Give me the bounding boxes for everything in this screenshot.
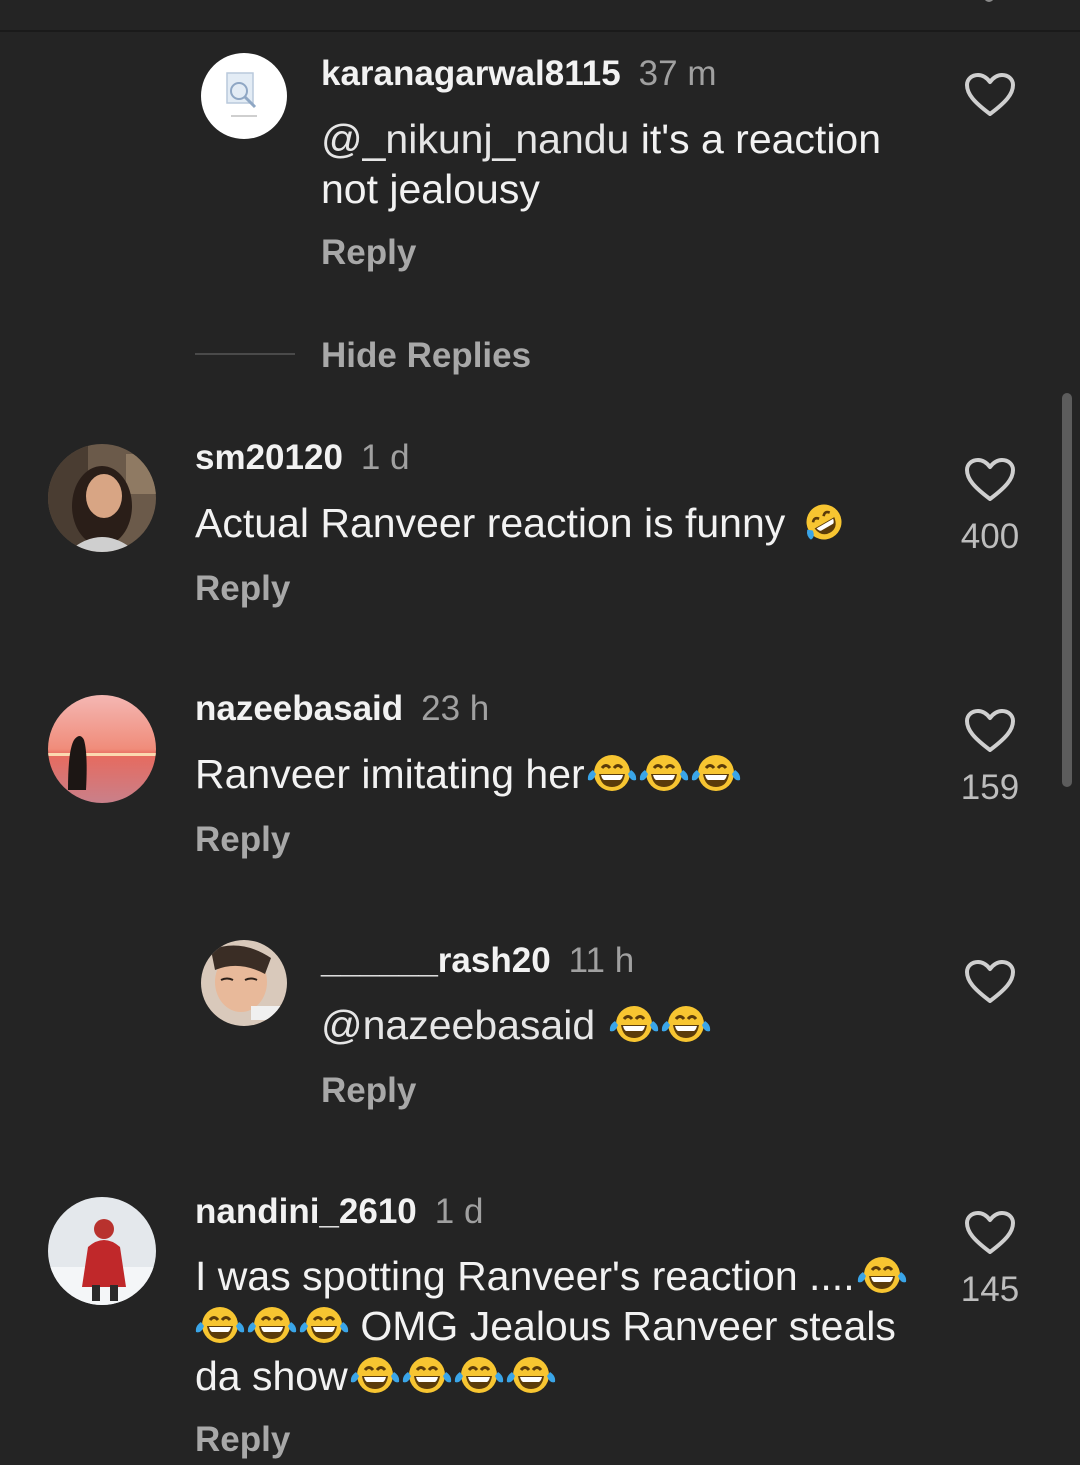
timestamp: 1 d: [360, 438, 410, 477]
comment-meta: sm20120 1 d: [195, 438, 410, 478]
username[interactable]: nazeebasaid: [195, 689, 403, 728]
heart-icon[interactable]: [964, 457, 1016, 503]
comment-meta: ______rash20 11 h: [321, 941, 634, 981]
laughing-emoji-icon: [247, 1304, 297, 1346]
hide-replies-divider: [195, 353, 295, 355]
comment-text: Ranveer imitating her: [195, 749, 915, 799]
laughing-emoji-icon: [587, 752, 637, 794]
like-count: 400: [960, 517, 1020, 556]
comment-text-body: Ranveer imitating her: [195, 751, 585, 797]
avatar[interactable]: [48, 444, 156, 552]
heart-icon[interactable]: [964, 708, 1016, 754]
heart-icon[interactable]: [964, 1210, 1016, 1256]
comment-text-line3: da show: [195, 1353, 348, 1399]
username[interactable]: nandini_2610: [195, 1192, 417, 1231]
timestamp: 1 d: [434, 1192, 484, 1231]
top-divider: [0, 30, 1080, 32]
laughing-emoji-icon: [857, 1254, 907, 1296]
laughing-emoji-icon: [691, 752, 741, 794]
hide-replies-button[interactable]: Hide Replies: [321, 336, 531, 376]
reply-button[interactable]: Reply: [321, 1071, 416, 1111]
comment-text-body: Actual Ranveer reaction is funny: [195, 500, 786, 546]
laughing-emoji-icon: [639, 752, 689, 794]
overflow-dot: [984, 0, 994, 2]
comment-text: I was spotting Ranveer's reaction .... O…: [195, 1251, 935, 1401]
comment-text-line1: I was spotting Ranveer's reaction ....: [195, 1253, 855, 1299]
laughing-emoji-icon: [506, 1354, 556, 1396]
reply-button[interactable]: Reply: [195, 820, 290, 860]
avatar[interactable]: [201, 53, 287, 139]
laughing-emoji-icon: [195, 1304, 245, 1346]
laughing-emoji-icon: [350, 1354, 400, 1396]
comment-meta: nandini_2610 1 d: [195, 1192, 483, 1232]
comment-meta: karanagarwal8115 37 m: [321, 54, 716, 94]
like-count: 159: [960, 768, 1020, 807]
username[interactable]: sm20120: [195, 438, 343, 477]
comment-text: @_nikunj_nandu it's a reaction not jealo…: [321, 114, 941, 214]
laughing-emoji-icon: [299, 1304, 349, 1346]
comment-text: @nazeebasaid: [321, 1000, 941, 1050]
timestamp: 37 m: [638, 54, 717, 93]
comment-text: Actual Ranveer reaction is funny: [195, 498, 915, 548]
comment-meta: nazeebasaid 23 h: [195, 689, 489, 729]
username[interactable]: karanagarwal8115: [321, 54, 621, 93]
scrollbar[interactable]: [1062, 393, 1072, 787]
timestamp: 11 h: [568, 941, 635, 980]
avatar[interactable]: [201, 940, 287, 1026]
avatar[interactable]: [48, 1197, 156, 1305]
laughing-emoji-icon: [661, 1003, 711, 1045]
heart-icon[interactable]: [964, 959, 1016, 1005]
timestamp: 23 h: [421, 689, 490, 728]
laughing-emoji-icon: [609, 1003, 659, 1045]
rofl-emoji-icon: [799, 501, 849, 543]
comment-text-line2: not jealousy: [321, 166, 540, 212]
like-count: 145: [960, 1270, 1020, 1309]
comment-text-line2: OMG Jealous Ranveer steals: [349, 1303, 896, 1349]
username[interactable]: ______rash20: [321, 941, 551, 980]
mention-link[interactable]: @_nikunj_nandu: [321, 116, 629, 162]
laughing-emoji-icon: [402, 1354, 452, 1396]
comment-text-line1: it's a reaction: [629, 116, 882, 162]
reply-button[interactable]: Reply: [321, 233, 416, 273]
reply-button[interactable]: Reply: [195, 569, 290, 609]
heart-icon[interactable]: [964, 72, 1016, 118]
mention-link[interactable]: @nazeebasaid: [321, 1002, 595, 1048]
laughing-emoji-icon: [454, 1354, 504, 1396]
avatar[interactable]: [48, 695, 156, 803]
reply-button[interactable]: Reply: [195, 1420, 290, 1460]
